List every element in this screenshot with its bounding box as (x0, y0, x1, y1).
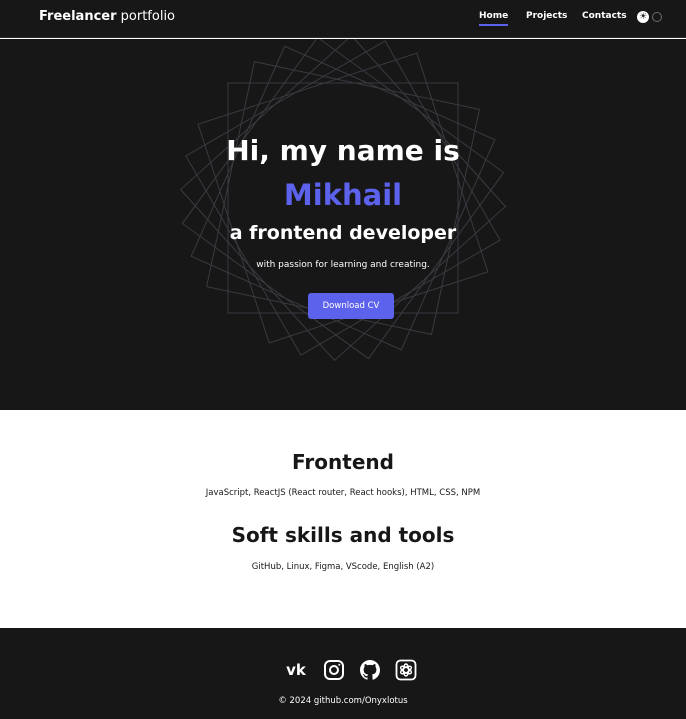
hero-name: Mikhail (283, 178, 403, 212)
copyright-text: © 2024 github.com/Onyxlotus (278, 696, 408, 706)
vk-icon[interactable]: vk (284, 658, 308, 682)
download-cv-button[interactable]: Download CV (308, 293, 394, 319)
nav-links: Home Projects Contacts (0, 11, 686, 27)
openai-icon[interactable] (394, 658, 418, 682)
frontend-skills-text: JavaScript, ReactJS (React router, React… (205, 488, 481, 498)
site-footer: vk © 2024 github.com/Onyxlotus (0, 628, 686, 719)
hero-section: Hi, my name is Mikhail a frontend develo… (0, 39, 686, 410)
moon-icon (652, 12, 662, 22)
hero-tagline: with passion for learning and creating. (256, 260, 430, 270)
sun-icon: ☀ (637, 11, 649, 23)
theme-toggle[interactable]: ☀ (637, 10, 663, 24)
github-icon[interactable] (358, 658, 382, 682)
social-links: vk (0, 658, 686, 682)
instagram-icon[interactable] (322, 658, 346, 682)
hero-role: a frontend developer (229, 222, 457, 244)
hero-title: Hi, my name is (226, 134, 460, 167)
nav-contacts-link[interactable]: Contacts (582, 11, 627, 21)
top-nav: Freelancer portfolio Home Projects Conta… (0, 0, 686, 38)
nav-projects-link[interactable]: Projects (526, 11, 567, 21)
nav-home-link[interactable]: Home (479, 11, 509, 26)
svg-text:vk: vk (286, 661, 307, 679)
soft-skills-heading: Soft skills and tools (231, 523, 455, 547)
frontend-heading: Frontend (292, 450, 394, 474)
soft-skills-text: GitHub, Linux, Figma, VScode, English (A… (251, 562, 435, 572)
skills-section: Frontend JavaScript, ReactJS (React rout… (0, 410, 686, 628)
